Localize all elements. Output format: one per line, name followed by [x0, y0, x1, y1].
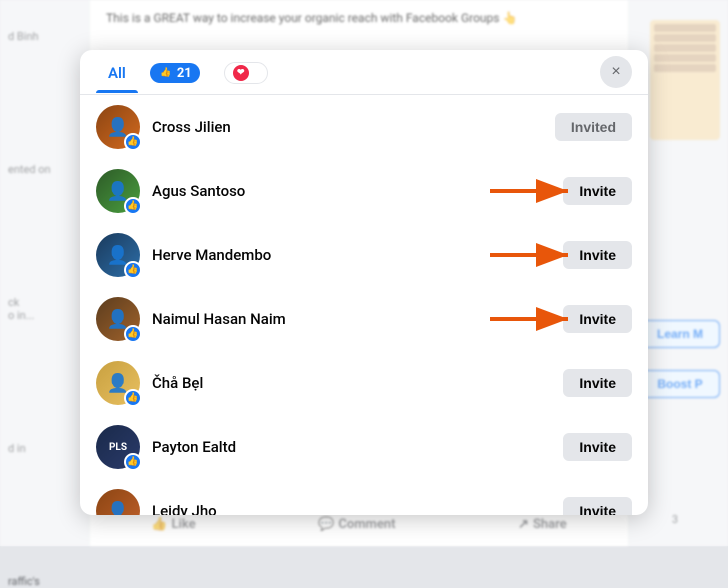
tab-all-label: All [108, 64, 126, 82]
avatar-wrap-6: PLS 👍 [96, 425, 140, 469]
avatar-icon-5: 👤 [107, 373, 129, 394]
avatar-icon-3: 👤 [107, 245, 129, 266]
avatar-text-6: PLS [109, 442, 127, 453]
reaction-badge-6: 👍 [124, 453, 142, 471]
invite-button-6[interactable]: Invite [563, 433, 632, 461]
user-name-5: Čhå Bẹl [152, 374, 551, 392]
loves-badge: ❤ 1 [224, 62, 268, 84]
list-item: 👤 👍 Leidy Jho Invite [80, 479, 648, 515]
list-item: 👤 👍 Cross Jilien Invited [80, 95, 648, 159]
avatar-wrap-5: 👤 👍 [96, 361, 140, 405]
close-icon: × [611, 63, 620, 81]
heart-icon: ❤ [233, 65, 249, 81]
list-item: PLS 👍 Payton Ealtd Invite [80, 415, 648, 479]
reactions-modal: All 👍 21 ❤ 1 × 👤 👍 [80, 50, 648, 515]
arrow-annotation-2 [490, 177, 580, 205]
loves-count: 1 [252, 66, 259, 81]
modal-tabs: All 👍 21 ❤ 1 × [80, 50, 648, 95]
reaction-badge-3: 👍 [124, 261, 142, 279]
bg-label-5: raffic's [8, 575, 82, 588]
avatar-wrap-7: 👤 👍 [96, 489, 140, 515]
invite-button-7[interactable]: Invite [563, 497, 632, 515]
user-name-6: Payton Ealtd [152, 438, 551, 456]
avatar-7: 👤 [96, 489, 140, 515]
avatar-icon-7: 👤 [107, 501, 129, 516]
invited-button-1: Invited [555, 113, 632, 141]
reaction-badge-2: 👍 [124, 197, 142, 215]
tab-loves[interactable]: ❤ 1 [212, 50, 280, 94]
close-button[interactable]: × [600, 56, 632, 88]
like-icon: 👍 [158, 65, 174, 81]
avatar-wrap-1: 👤 👍 [96, 105, 140, 149]
user-name-7: Leidy Jho [152, 502, 551, 515]
user-list: 👤 👍 Cross Jilien Invited 👤 👍 Agus Santos… [80, 95, 648, 515]
reaction-badge-4: 👍 [124, 325, 142, 343]
invite-button-5[interactable]: Invite [563, 369, 632, 397]
user-name-1: Cross Jilien [152, 118, 543, 136]
tab-likes[interactable]: 👍 21 [138, 51, 212, 93]
avatar-wrap-2: 👤 👍 [96, 169, 140, 213]
avatar-icon-4: 👤 [107, 309, 129, 330]
list-item: 👤 👍 Agus Santoso Invite [80, 159, 648, 223]
likes-badge: 👍 21 [150, 63, 200, 83]
avatar-wrap-3: 👤 👍 [96, 233, 140, 277]
arrow-annotation-3 [490, 241, 580, 269]
avatar-icon-1: 👤 [107, 117, 129, 138]
arrow-annotation-4 [490, 305, 580, 333]
likes-count: 21 [177, 66, 192, 81]
list-item: 👤 👍 Naimul Hasan Naim Invite [80, 287, 648, 351]
reaction-badge-5: 👍 [124, 389, 142, 407]
reaction-badge-1: 👍 [124, 133, 142, 151]
avatar-icon-2: 👤 [107, 181, 129, 202]
avatar-wrap-4: 👤 👍 [96, 297, 140, 341]
list-item: 👤 👍 Čhå Bẹl Invite [80, 351, 648, 415]
tab-all[interactable]: All [96, 52, 138, 92]
list-item: 👤 👍 Herve Mandembo Invite [80, 223, 648, 287]
